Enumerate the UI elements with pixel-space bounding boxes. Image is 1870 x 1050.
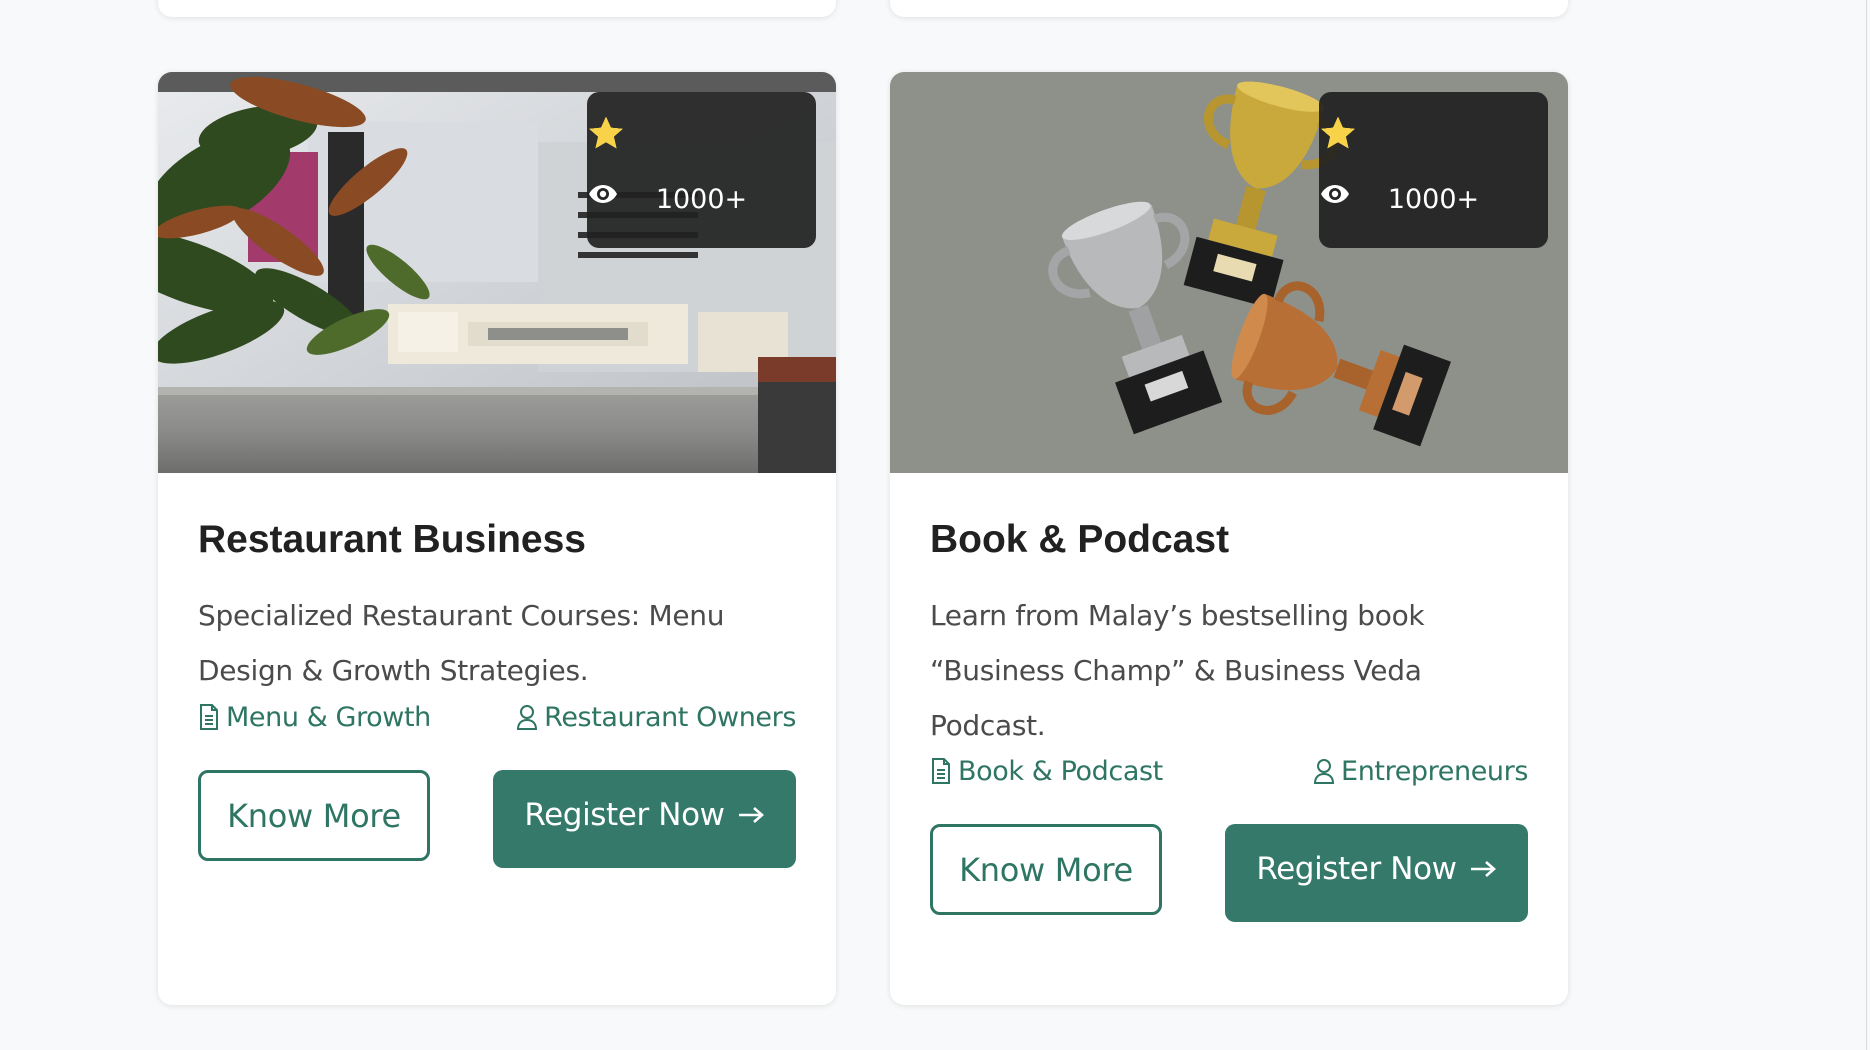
views-label: 1000+	[1387, 183, 1480, 215]
rating-badge: 1000+	[1319, 92, 1548, 248]
topic-tag: Book & Podcast	[930, 756, 1163, 787]
register-now-button[interactable]: Register Now	[1225, 824, 1528, 922]
views-count: 1000+	[587, 182, 816, 216]
topic-label: Menu & Growth	[226, 701, 431, 733]
eye-icon	[1321, 185, 1349, 203]
card-meta: Book & Podcast Entrepreneurs	[930, 753, 1528, 789]
card-meta: Menu & Growth Restaurant Owners	[198, 699, 796, 735]
register-now-label: Register Now	[524, 797, 725, 833]
page-edge-line	[1866, 0, 1867, 1050]
arrow-right-icon	[1470, 861, 1496, 877]
card-title: Book & Podcast	[930, 518, 1230, 561]
audience-label: Entrepreneurs	[1341, 755, 1528, 787]
star-icon	[589, 116, 623, 149]
card-description: Specialized Restaurant Courses: Menu Des…	[198, 599, 725, 687]
previous-card-bottom	[158, 0, 836, 17]
rating-badge: 1000+	[587, 92, 816, 248]
user-icon	[517, 705, 538, 730]
card-title: Restaurant Business	[198, 518, 586, 561]
views-count: 1000+	[1319, 182, 1548, 216]
know-more-button[interactable]: Know More	[930, 824, 1162, 915]
restaurant-counter-image: 1000+	[158, 72, 836, 473]
rating-stars	[587, 114, 816, 158]
course-card-book-podcast: 1000+ Book & Podcast Learn from Malay’s …	[890, 72, 1568, 1005]
card-description: Learn from Malay’s bestselling book “Bus…	[930, 599, 1425, 742]
document-icon	[932, 758, 950, 784]
trophies-image: 1000+	[890, 72, 1568, 473]
know-more-button[interactable]: Know More	[198, 770, 430, 861]
user-icon	[1314, 759, 1335, 784]
audience-tag: Restaurant Owners	[516, 702, 796, 733]
course-card-restaurant-business: 1000+ Restaurant Business Specialized Re…	[158, 72, 836, 1005]
previous-card-bottom	[890, 0, 1568, 17]
topic-label: Book & Podcast	[958, 755, 1163, 787]
eye-icon	[589, 185, 617, 203]
audience-tag: Entrepreneurs	[1313, 756, 1528, 787]
topic-tag: Menu & Growth	[198, 702, 431, 733]
register-now-label: Register Now	[1256, 851, 1457, 887]
register-now-button[interactable]: Register Now	[493, 770, 796, 868]
rating-stars	[1319, 114, 1548, 158]
views-label: 1000+	[655, 183, 748, 215]
audience-label: Restaurant Owners	[544, 701, 796, 733]
document-icon	[200, 704, 218, 730]
star-icon	[1321, 116, 1355, 149]
arrow-right-icon	[738, 807, 764, 823]
